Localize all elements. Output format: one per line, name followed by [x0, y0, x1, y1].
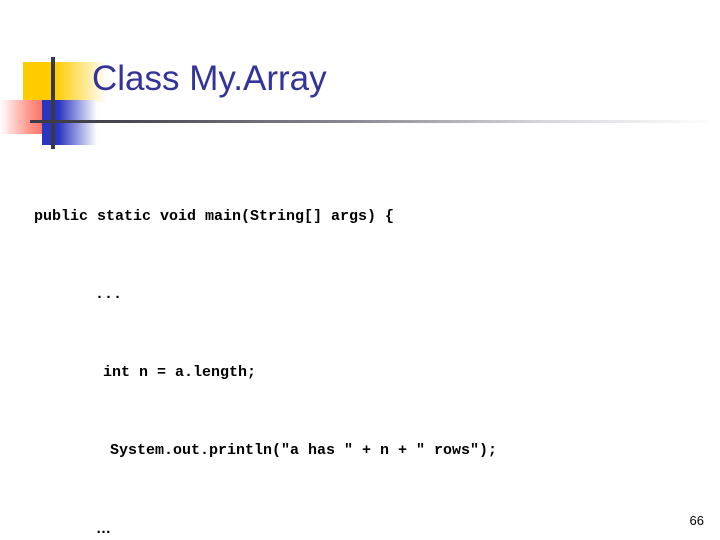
code-line: …: [96, 520, 111, 537]
slide-canvas: Class My.Array public static void main(S…: [0, 0, 720, 540]
code-line: int n = a.length;: [103, 364, 257, 381]
page-number: 66: [689, 513, 704, 528]
code-line: public static void main(String[] args) {: [34, 208, 395, 225]
code-line: System.out.println("a has " + n + " rows…: [110, 442, 498, 459]
vertical-rule: [51, 57, 55, 149]
page-title: Class My.Array: [92, 59, 327, 98]
code-line: ...: [95, 286, 123, 303]
horizontal-divider: [30, 120, 710, 123]
code-block: public static void main(String[] args) {…: [0, 152, 720, 540]
